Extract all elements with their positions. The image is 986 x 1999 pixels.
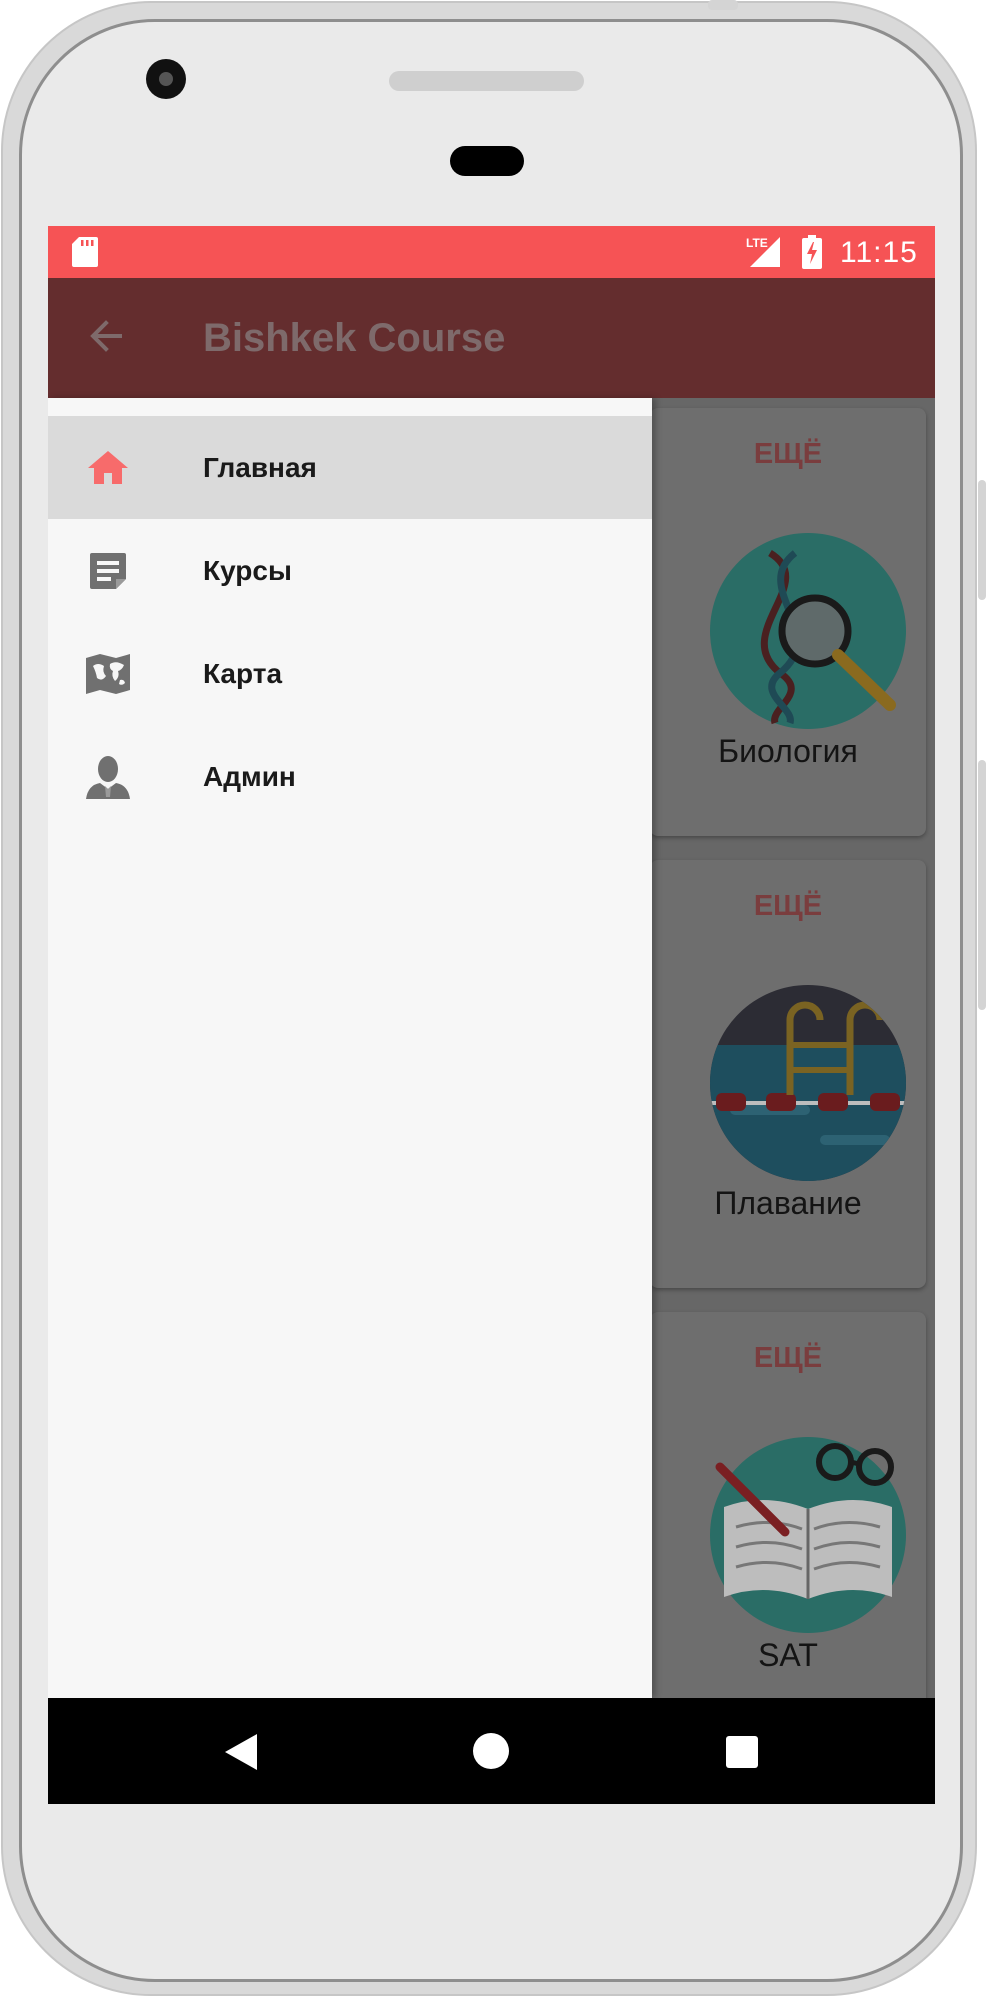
drawer-item-label: Курсы <box>203 555 292 586</box>
biology-dna-magnifier-image <box>710 533 906 729</box>
lte-signal-icon: LTE <box>746 236 780 267</box>
drawer-item-admin[interactable]: Админ <box>48 725 652 828</box>
nav-back-icon[interactable] <box>223 1732 259 1772</box>
drawer-item-label: Главная <box>203 452 317 483</box>
nav-home-icon[interactable] <box>472 1732 510 1770</box>
arrow-left-icon[interactable] <box>86 316 126 356</box>
more-button[interactable]: ЕЩЁ <box>650 1342 926 1375</box>
status-bar: LTE 11:15 <box>48 226 935 278</box>
earpiece-speaker <box>389 71 584 91</box>
screen: LTE 11:15 Bishkek Course ЕЩЁ Биология ЕЩ… <box>48 226 935 1804</box>
app-bar: Bishkek Course <box>48 278 935 398</box>
lte-label: LTE <box>746 236 768 250</box>
drawer-item-home[interactable]: Главная <box>48 416 652 519</box>
more-button[interactable]: ЕЩЁ <box>650 890 926 923</box>
course-card-sat[interactable]: ЕЩЁ SAT <box>650 1312 926 1740</box>
top-edge-notch <box>708 0 738 10</box>
note-icon <box>90 553 126 589</box>
book-glasses-image <box>710 1437 906 1633</box>
drawer-item-label: Карта <box>203 658 283 689</box>
power-button <box>978 480 986 600</box>
map-icon <box>86 654 130 694</box>
system-navigation-bar <box>48 1698 935 1804</box>
front-camera <box>146 59 186 99</box>
more-button[interactable]: ЕЩЁ <box>650 438 926 471</box>
home-icon <box>88 451 128 484</box>
battery-charging-icon <box>802 235 822 269</box>
clock: 11:15 <box>840 236 918 269</box>
drawer-item-label: Админ <box>203 761 296 792</box>
course-title: Биология <box>718 733 858 769</box>
course-title: Плавание <box>714 1185 862 1221</box>
course-card-biology[interactable]: ЕЩЁ Биология <box>650 408 926 836</box>
drawer-item-courses[interactable]: Курсы <box>48 519 652 622</box>
volume-button <box>978 760 986 1010</box>
swimming-pool-image <box>710 985 906 1181</box>
app-title: Bishkek Course <box>203 316 506 360</box>
drawer-menu: Главная Курсы Карта Админ <box>48 416 652 828</box>
sd-card-icon <box>72 237 98 267</box>
course-title: SAT <box>758 1637 818 1673</box>
nav-recent-icon[interactable] <box>725 1735 759 1769</box>
drawer-item-map[interactable]: Карта <box>48 622 652 725</box>
proximity-sensor <box>450 146 524 176</box>
person-icon <box>86 756 130 799</box>
navigation-drawer: Главная Курсы Карта Админ <box>48 398 652 1698</box>
course-card-swimming[interactable]: ЕЩЁ Плавание <box>650 860 926 1288</box>
